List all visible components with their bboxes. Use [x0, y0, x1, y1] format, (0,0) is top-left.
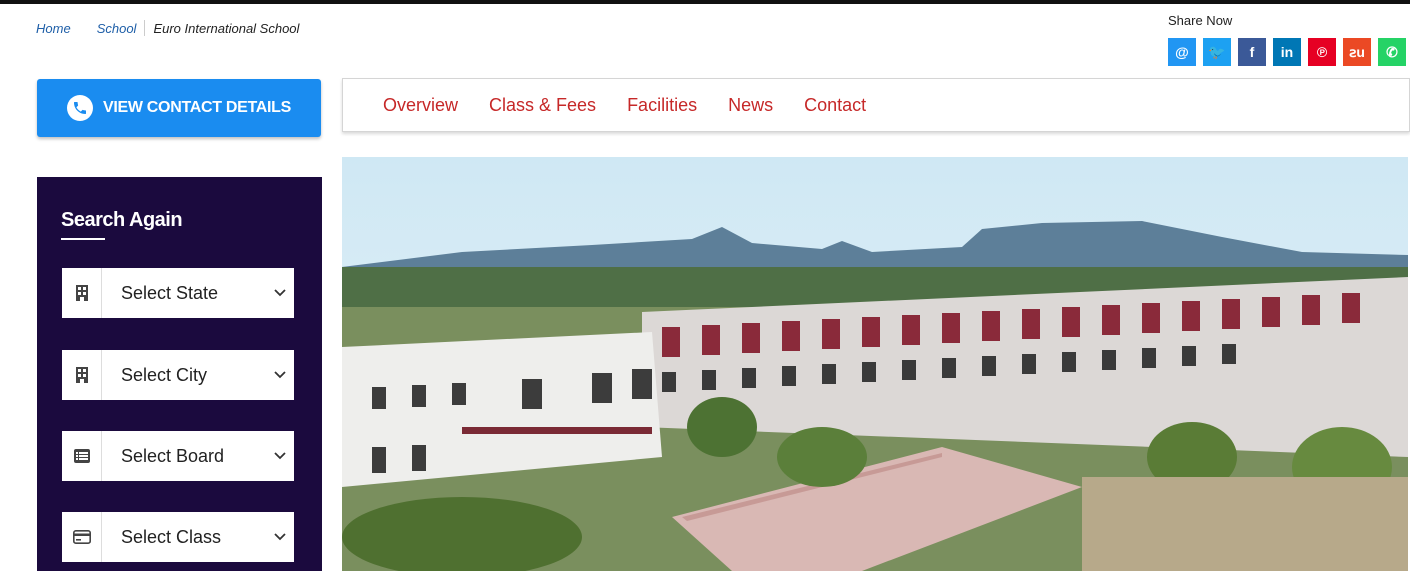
select-class-label: Select Class [121, 526, 222, 547]
top-border [0, 0, 1410, 4]
view-contact-details-button[interactable]: VIEW CONTACT DETAILS [37, 79, 321, 137]
tab-overview[interactable]: Overview [383, 95, 458, 116]
breadcrumb-current: Euro International School [153, 20, 300, 36]
contact-button-label: VIEW CONTACT DETAILS [102, 99, 292, 116]
chevron-down-icon [274, 530, 286, 544]
breadcrumb: Home School Euro International School [36, 20, 299, 36]
twitter-icon[interactable]: 🐦 [1203, 38, 1231, 66]
linkedin-icon[interactable]: in [1273, 38, 1301, 66]
share-icons: @ 🐦 f in ℗ ꙅu ✆ [1168, 38, 1406, 66]
select-state-label: Select State [121, 282, 219, 303]
chevron-down-icon [274, 286, 286, 300]
whatsapp-icon[interactable]: ✆ [1378, 38, 1406, 66]
chevron-down-icon [274, 368, 286, 382]
building-icon [62, 268, 102, 318]
share-label: Share Now [1168, 13, 1233, 28]
breadcrumb-divider [144, 20, 146, 36]
chevron-down-icon [274, 449, 286, 463]
breadcrumb-school[interactable]: School [97, 21, 137, 36]
list-icon [62, 431, 102, 481]
select-city[interactable]: Select City [62, 350, 294, 400]
stumbleupon-icon[interactable]: ꙅu [1343, 38, 1371, 66]
school-campus-photo [342, 157, 1408, 571]
breadcrumb-home[interactable]: Home [36, 21, 71, 36]
select-state[interactable]: Select State [62, 268, 294, 318]
tab-facilities[interactable]: Facilities [627, 95, 697, 116]
email-icon[interactable]: @ [1168, 38, 1196, 66]
facebook-icon[interactable]: f [1238, 38, 1266, 66]
tab-contact[interactable]: Contact [804, 95, 866, 116]
phone-icon [66, 95, 93, 121]
building-icon [62, 350, 102, 400]
select-class[interactable]: Select Class [62, 512, 294, 562]
select-city-label: Select City [121, 364, 208, 385]
title-underline [61, 238, 105, 240]
section-tabs: Overview Class & Fees Facilities News Co… [342, 78, 1410, 132]
tab-class-fees[interactable]: Class & Fees [489, 95, 596, 116]
select-board-label: Select Board [121, 445, 225, 466]
pinterest-icon[interactable]: ℗ [1308, 38, 1336, 66]
search-title: Search Again [61, 209, 183, 231]
search-panel: Search Again Select State Select City Se… [37, 177, 322, 571]
select-board[interactable]: Select Board [62, 431, 294, 481]
tab-news[interactable]: News [728, 95, 773, 116]
card-icon [62, 512, 102, 562]
